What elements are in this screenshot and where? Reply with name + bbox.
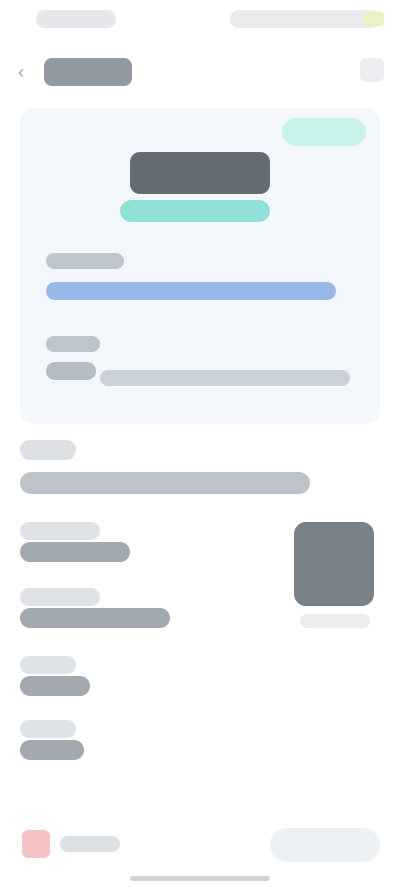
status-time bbox=[36, 10, 116, 28]
bottom-action-bar bbox=[0, 810, 400, 889]
menu-icon[interactable] bbox=[360, 58, 384, 82]
route-pill bbox=[120, 200, 270, 222]
status-icons bbox=[230, 10, 380, 28]
cancel-icon[interactable] bbox=[22, 830, 50, 858]
detail-row-label bbox=[20, 588, 100, 606]
qr-caption bbox=[300, 614, 370, 628]
header: ‹ bbox=[0, 40, 400, 104]
detail-row-label bbox=[20, 656, 76, 674]
field-label bbox=[46, 336, 100, 352]
details-summary bbox=[20, 472, 310, 494]
section-label bbox=[20, 440, 76, 460]
qr-code[interactable] bbox=[294, 522, 374, 606]
detail-row-label bbox=[20, 522, 100, 540]
back-arrow-icon[interactable]: ‹ bbox=[18, 63, 34, 81]
detail-row-label bbox=[20, 720, 76, 738]
detail-row-value bbox=[20, 608, 170, 628]
status-badge bbox=[282, 118, 366, 146]
detail-row-value bbox=[20, 676, 90, 696]
screen: ‹ bbox=[0, 0, 400, 889]
detail-row-value bbox=[20, 542, 130, 562]
field-label bbox=[46, 253, 124, 269]
primary-button[interactable] bbox=[270, 828, 380, 862]
detail-row-value bbox=[20, 740, 84, 760]
field-value-link[interactable] bbox=[46, 282, 336, 300]
page-title bbox=[44, 58, 132, 86]
battery-icon bbox=[364, 12, 384, 26]
ticket-card bbox=[20, 108, 380, 424]
status-bar bbox=[0, 0, 400, 40]
cancel-button[interactable] bbox=[60, 836, 120, 852]
field-value bbox=[46, 362, 96, 380]
home-indicator bbox=[130, 876, 270, 881]
ticket-code bbox=[130, 152, 270, 194]
field-value bbox=[100, 370, 350, 386]
